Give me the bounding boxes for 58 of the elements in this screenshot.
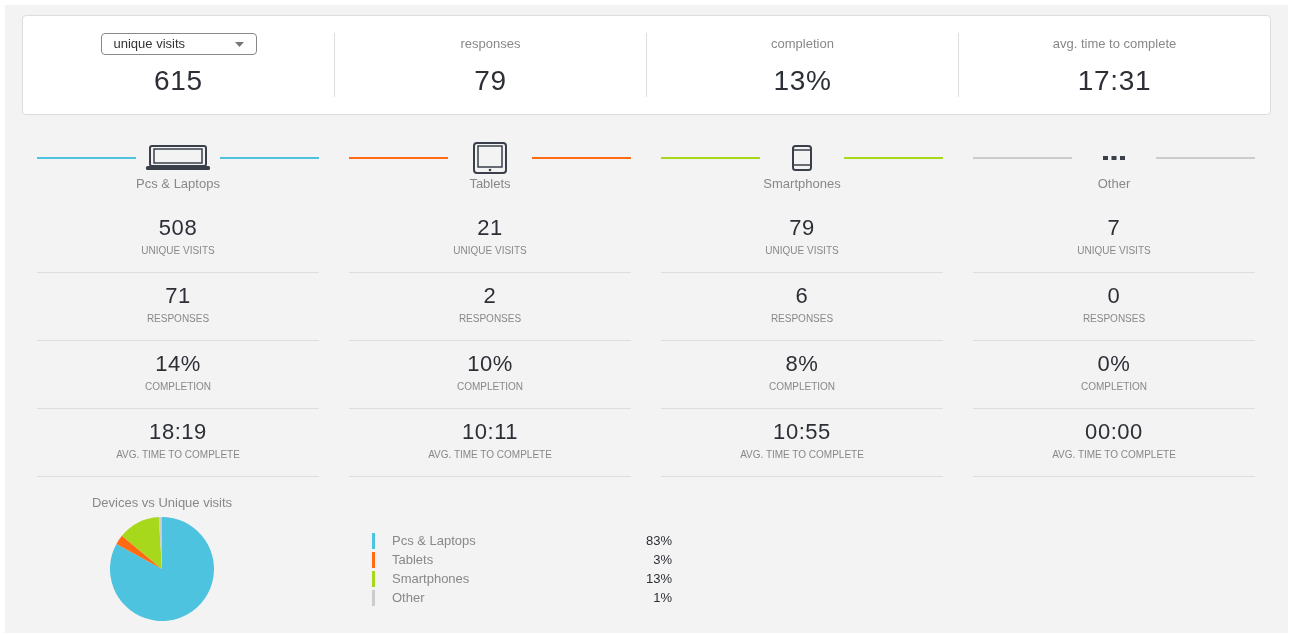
stat-value: 10:11 xyxy=(461,419,519,445)
legend-value: 83% xyxy=(645,531,672,550)
device-name: Smartphones xyxy=(762,175,842,193)
legend-value: 13% xyxy=(645,569,672,588)
device-name: Tablets xyxy=(468,175,512,193)
stat-label: UNIQUE VISITS xyxy=(141,245,215,257)
stat-label: UNIQUE VISITS xyxy=(1077,245,1151,257)
stat-value: 7 xyxy=(1107,215,1121,241)
stat-label: AVG. TIME TO COMPLETE xyxy=(116,449,240,461)
stat-value: 21 xyxy=(477,215,503,241)
stat-value: 6 xyxy=(795,283,809,309)
stat-value: 10:55 xyxy=(773,419,831,445)
more-icon xyxy=(1102,155,1126,161)
metric-value: 615 xyxy=(154,65,203,97)
stat-label: AVG. TIME TO COMPLETE xyxy=(1052,449,1176,461)
chart-title: Devices vs Unique visits xyxy=(91,495,233,511)
stat-label: COMPLETION xyxy=(144,381,212,393)
legend-label: Smartphones xyxy=(392,569,471,588)
stat-value: 18:19 xyxy=(149,419,207,445)
stat-label: AVG. TIME TO COMPLETE xyxy=(428,449,552,461)
legend-value: 1% xyxy=(653,588,672,607)
stat-value: 2 xyxy=(483,283,497,309)
metric-value: 17:31 xyxy=(1077,65,1152,97)
stat-label: RESPONSES xyxy=(458,313,522,325)
legend-value: 3% xyxy=(653,550,672,569)
stat-value: 0% xyxy=(1097,351,1131,377)
stat-label: COMPLETION xyxy=(456,381,524,393)
metric-label: avg. time to complete xyxy=(1052,35,1177,53)
metric-label: responses xyxy=(460,35,521,53)
legend-label: Other xyxy=(392,588,426,607)
stat-label: RESPONSES xyxy=(770,313,834,325)
stat-value: 8% xyxy=(785,351,819,377)
stat-label: RESPONSES xyxy=(1082,313,1146,325)
stat-value: 508 xyxy=(158,215,198,241)
laptop-icon xyxy=(145,145,211,171)
metric-value: 13% xyxy=(773,65,832,97)
stat-label: RESPONSES xyxy=(146,313,210,325)
stat-label: COMPLETION xyxy=(768,381,836,393)
stat-label: AVG. TIME TO COMPLETE xyxy=(740,449,864,461)
stat-value: 10% xyxy=(467,351,513,377)
metric-dropdown[interactable]: unique visits xyxy=(100,33,257,55)
device-name: Pcs & Laptops xyxy=(135,175,221,193)
smartphone-icon xyxy=(791,145,813,171)
stat-value: 71 xyxy=(165,283,191,309)
metric-label: completion xyxy=(771,35,834,53)
stat-label: COMPLETION xyxy=(1080,381,1148,393)
legend-label: Pcs & Laptops xyxy=(392,531,477,550)
stat-value: 00:00 xyxy=(1085,419,1143,445)
caret-icon xyxy=(234,41,244,47)
stat-value: 0 xyxy=(1107,283,1121,309)
stat-value: 14% xyxy=(155,351,201,377)
stat-value: 79 xyxy=(789,215,815,241)
metric-value: 79 xyxy=(474,65,507,97)
stat-label: UNIQUE VISITS xyxy=(453,245,527,257)
legend-label: Tablets xyxy=(392,550,435,569)
stat-label: UNIQUE VISITS xyxy=(765,245,839,257)
tablet-icon xyxy=(472,142,508,174)
device-name: Other xyxy=(1096,175,1132,193)
